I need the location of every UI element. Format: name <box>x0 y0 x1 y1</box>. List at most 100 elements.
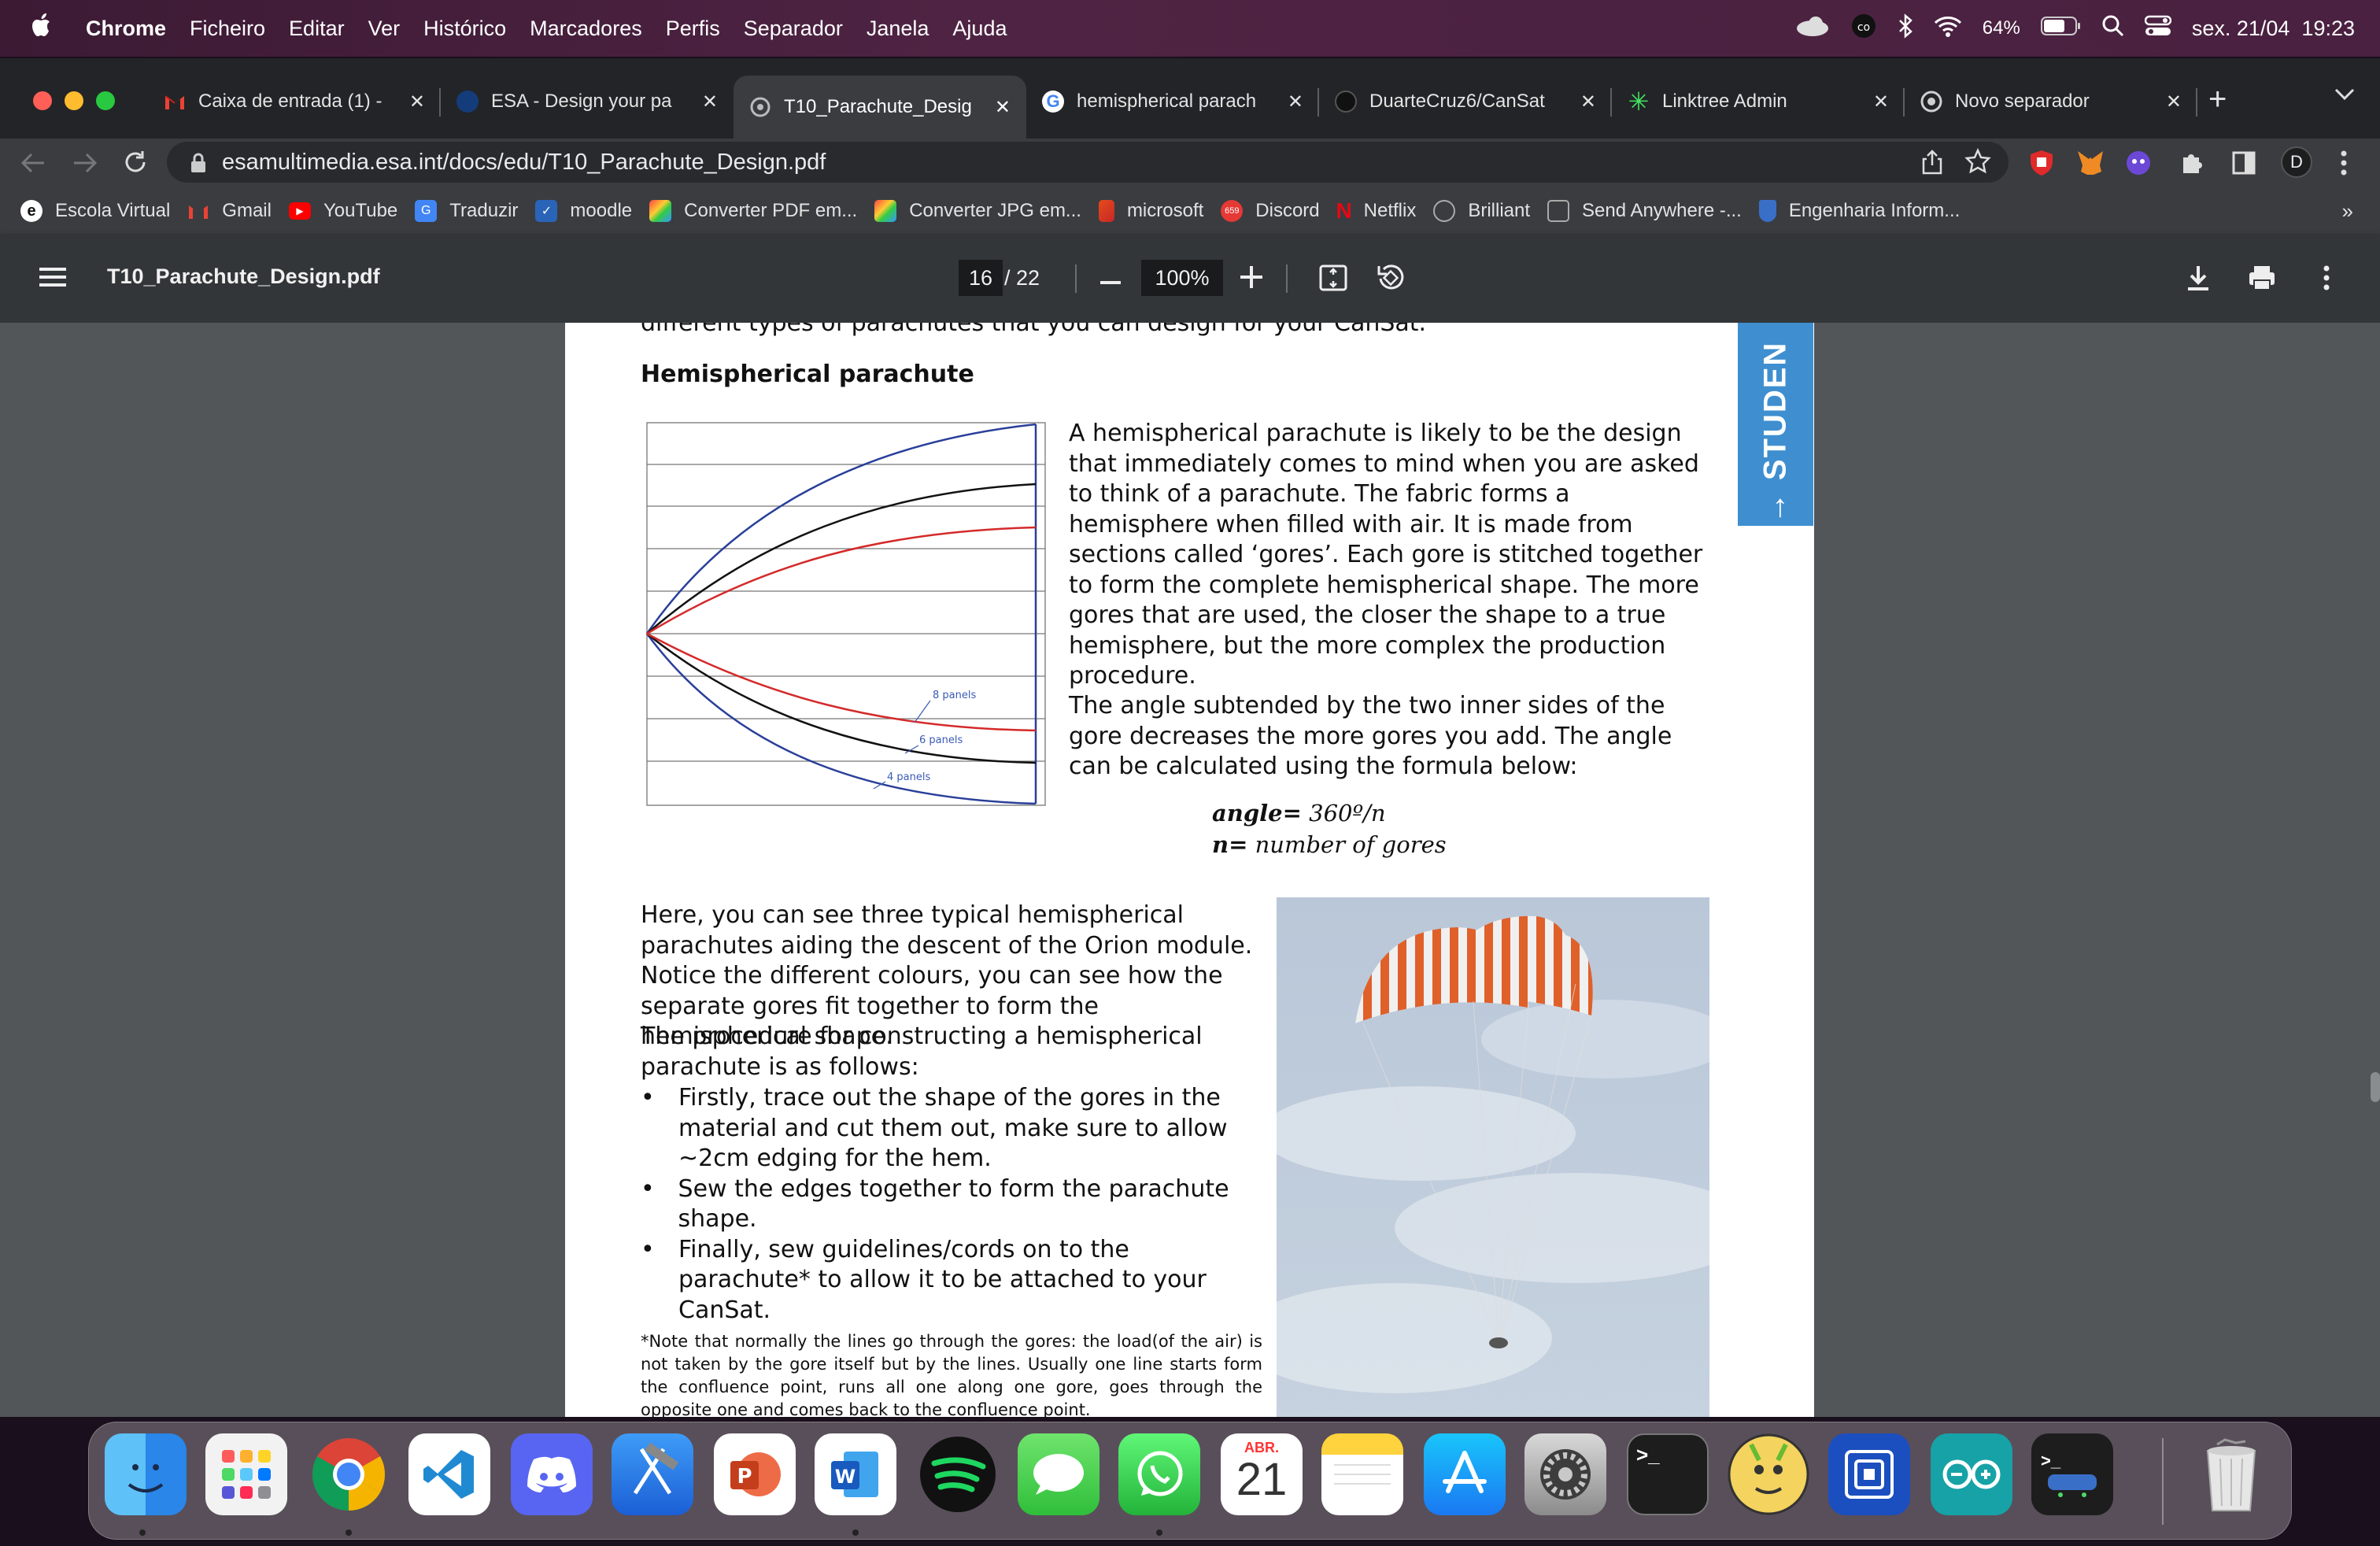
download-icon[interactable] <box>2186 264 2210 295</box>
messages-icon[interactable] <box>1018 1433 1099 1515</box>
virtualbox-icon[interactable] <box>1828 1433 1910 1515</box>
tab-google-search[interactable]: G hemispherical parach ✕ <box>1026 74 1319 129</box>
bluetooth-icon[interactable] <box>1898 13 1913 44</box>
tab-linktree[interactable]: ✳ Linktree Admin ✕ <box>1612 74 1905 129</box>
zoom-out-icon[interactable] <box>1100 276 1121 290</box>
hamburger-menu-icon[interactable] <box>39 266 66 292</box>
viewer-scrollbar[interactable] <box>2371 1072 2380 1102</box>
cloud-icon[interactable] <box>1795 16 1830 42</box>
pdf-more-kebab-icon[interactable] <box>2322 264 2331 295</box>
close-tab-icon[interactable]: ✕ <box>409 91 425 113</box>
bookmark-microsoft[interactable]: microsoft <box>1098 200 1203 222</box>
vscode-icon[interactable] <box>408 1433 490 1515</box>
bookmark-traduzir[interactable]: G Traduzir <box>415 200 518 222</box>
menu-marcadores[interactable]: Marcadores <box>530 17 642 41</box>
notes-icon[interactable] <box>1321 1433 1403 1515</box>
system-settings-icon[interactable] <box>1524 1433 1606 1515</box>
menu-separador[interactable]: Separador <box>744 17 843 41</box>
xcode-icon[interactable] <box>612 1433 693 1515</box>
url-text[interactable]: esamultimedia.esa.int/docs/edu/T10_Parac… <box>222 150 826 176</box>
bookmark-discord[interactable]: 659 Discord <box>1221 200 1320 222</box>
new-tab-button[interactable]: + <box>2208 83 2227 115</box>
menu-app-name[interactable]: Chrome <box>86 17 166 41</box>
launchpad-icon[interactable] <box>205 1433 287 1515</box>
chrome-icon[interactable] <box>308 1433 390 1515</box>
extensions-puzzle-icon[interactable] <box>2180 150 2205 179</box>
zoom-in-icon[interactable] <box>1240 266 1262 292</box>
pdf-viewer[interactable]: different types of parachutes that you c… <box>0 323 2380 1417</box>
chrome-menu-kebab-icon[interactable] <box>2339 150 2349 180</box>
apple-icon[interactable] <box>30 12 54 46</box>
more-bookmarks-icon[interactable]: » <box>2342 199 2353 224</box>
back-arrow-icon[interactable] <box>20 151 46 179</box>
rotate-icon[interactable] <box>1376 263 1406 297</box>
share-icon[interactable] <box>1922 150 1942 181</box>
creative-cloud-icon[interactable]: co <box>1850 13 1877 45</box>
close-tab-icon[interactable]: ✕ <box>2166 91 2182 113</box>
bookmark-converter-pdf[interactable]: Converter PDF em... <box>649 200 857 222</box>
forward-arrow-icon[interactable] <box>72 151 98 179</box>
close-tab-icon[interactable]: ✕ <box>702 91 718 113</box>
brave-game-icon[interactable] <box>1728 1433 1809 1515</box>
menu-ver[interactable]: Ver <box>368 17 401 41</box>
tab-pdf-active[interactable]: T10_Parachute_Desig ✕ <box>734 76 1026 139</box>
profile-avatar[interactable]: D <box>2281 146 2312 178</box>
powerpoint-icon[interactable]: P <box>714 1433 796 1515</box>
spotlight-search-icon[interactable] <box>2102 15 2124 43</box>
side-panel-icon[interactable] <box>2232 151 2256 179</box>
bookmark-engenharia[interactable]: Engenharia Inform... <box>1758 200 1960 222</box>
tab-search-chevron-icon[interactable] <box>2333 87 2356 106</box>
reload-icon[interactable] <box>123 150 148 179</box>
calendar-icon[interactable]: ABR. 21 <box>1221 1433 1303 1515</box>
fit-to-page-icon[interactable] <box>1319 264 1347 295</box>
serial-terminal-icon[interactable]: >_ <box>2031 1433 2113 1515</box>
trash-icon[interactable] <box>2190 1433 2272 1515</box>
discord-icon[interactable] <box>511 1433 593 1515</box>
appstore-icon[interactable] <box>1424 1433 1506 1515</box>
control-center-icon[interactable] <box>2144 15 2172 43</box>
menu-janela[interactable]: Janela <box>867 17 929 41</box>
close-tab-icon[interactable]: ✕ <box>995 96 1011 119</box>
bookmark-escola-virtual[interactable]: e Escola Virtual <box>20 200 170 222</box>
menubar-clock[interactable]: sex. 21/04 19:23 <box>2192 17 2355 41</box>
bookmark-brilliant[interactable]: Brilliant <box>1433 200 1530 222</box>
close-window-button[interactable] <box>33 91 52 110</box>
terminal-icon[interactable]: >_ <box>1627 1433 1709 1515</box>
wifi-icon[interactable] <box>1934 15 1962 43</box>
bookmark-gmail[interactable]: Gmail <box>187 200 272 222</box>
menu-editar[interactable]: Editar <box>289 17 345 41</box>
metamask-extension-icon[interactable] <box>2076 150 2105 180</box>
menu-perfis[interactable]: Perfis <box>666 17 720 41</box>
menu-ficheiro[interactable]: Ficheiro <box>190 17 265 41</box>
bookmark-star-icon[interactable] <box>1964 147 1991 181</box>
menu-ajuda[interactable]: Ajuda <box>952 17 1007 41</box>
tab-esa[interactable]: ESA - Design your pa ✕ <box>441 74 734 129</box>
bookmark-converter-jpg[interactable]: Converter JPG em... <box>874 200 1081 222</box>
zoom-window-button[interactable] <box>96 91 115 110</box>
bookmark-moodle[interactable]: ✓ moodle <box>535 200 632 222</box>
bookmark-youtube[interactable]: ▶ YouTube <box>288 200 397 222</box>
tab-new[interactable]: Novo separador ✕ <box>1905 74 2197 129</box>
adblock-extension-icon[interactable] <box>2029 150 2054 180</box>
tab-github[interactable]: DuarteCruz6/CanSat ✕ <box>1319 74 1612 129</box>
address-bar[interactable]: esamultimedia.esa.int/docs/edu/T10_Parac… <box>167 142 2009 183</box>
word-icon[interactable]: W <box>815 1433 896 1515</box>
bookmark-send-anywhere[interactable]: Send Anywhere -... <box>1547 200 1742 222</box>
whatsapp-icon[interactable] <box>1118 1433 1200 1515</box>
spotify-icon[interactable] <box>917 1433 999 1515</box>
page-number-input[interactable]: 16 <box>959 260 1003 296</box>
menu-historico[interactable]: Histórico <box>423 17 506 41</box>
lock-icon[interactable] <box>190 153 206 179</box>
close-tab-icon[interactable]: ✕ <box>1580 91 1596 113</box>
zoom-level-input[interactable]: 100% <box>1141 260 1223 296</box>
print-icon[interactable] <box>2248 264 2276 295</box>
battery-icon[interactable] <box>2040 16 2082 42</box>
minimize-window-button[interactable] <box>65 91 83 110</box>
arduino-icon[interactable] <box>1931 1433 2012 1515</box>
ghost-extension-icon[interactable] <box>2125 150 2152 180</box>
close-tab-icon[interactable]: ✕ <box>1873 91 1889 113</box>
bookmark-netflix[interactable]: N Netflix <box>1336 198 1417 223</box>
close-tab-icon[interactable]: ✕ <box>1288 91 1303 113</box>
tab-gmail[interactable]: Caixa de entrada (1) - ✕ <box>148 74 441 129</box>
finder-icon[interactable] <box>105 1433 187 1515</box>
